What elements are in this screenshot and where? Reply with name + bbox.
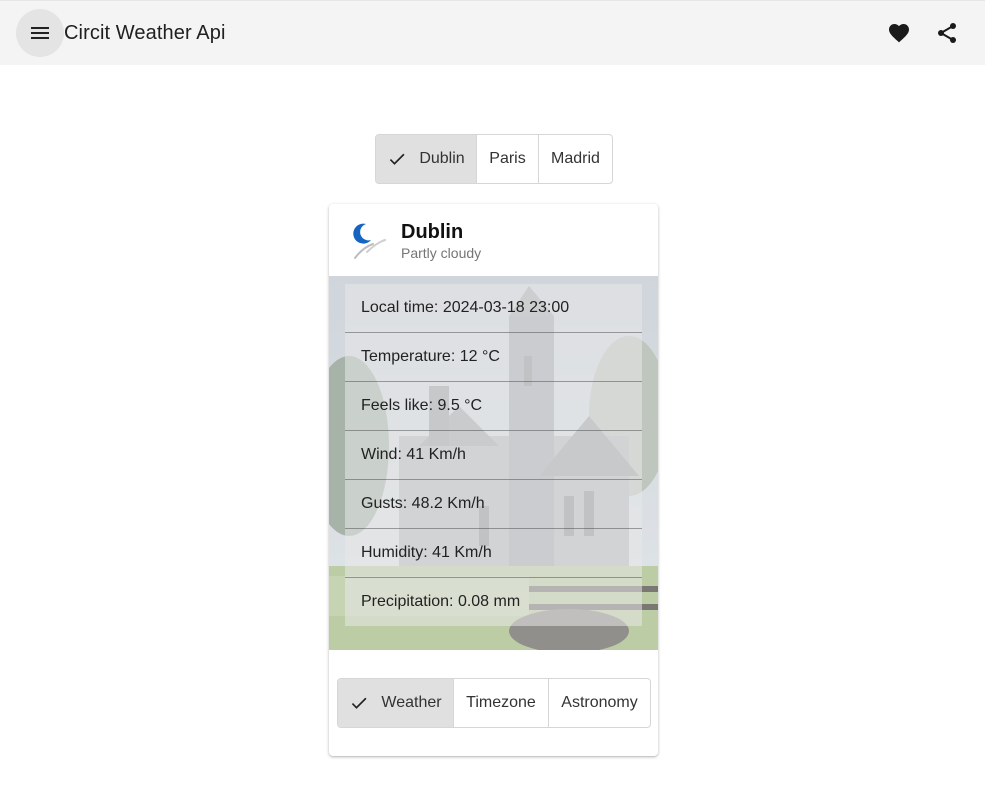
weather-card: Dublin Partly cloudy Local time: 2024-03… bbox=[329, 204, 658, 756]
weather-details-list: Local time: 2024-03-18 23:00 Temperature… bbox=[345, 284, 642, 626]
card-header: Dublin Partly cloudy bbox=[329, 204, 658, 276]
menu-icon bbox=[31, 27, 49, 39]
check-icon bbox=[349, 693, 369, 713]
check-icon bbox=[387, 149, 407, 169]
detail-gusts: Gusts: 48.2 Km/h bbox=[345, 480, 642, 529]
tab-astronomy[interactable]: Astronomy bbox=[548, 679, 650, 727]
card-city-name: Dublin bbox=[401, 221, 464, 243]
share-icon bbox=[938, 23, 956, 43]
city-toggle-label: Madrid bbox=[551, 150, 600, 167]
favorite-button[interactable] bbox=[884, 18, 914, 48]
detail-humidity: Humidity: 41 Km/h bbox=[345, 529, 642, 578]
city-toggle-madrid[interactable]: Madrid bbox=[538, 135, 612, 183]
card-condition: Partly cloudy bbox=[401, 245, 482, 261]
detail-precipitation: Precipitation: 0.08 mm bbox=[361, 593, 521, 610]
city-toggle-dublin[interactable]: Dublin bbox=[376, 135, 476, 183]
tab-label: Timezone bbox=[466, 694, 536, 711]
city-toggle-group: Dublin Paris Madrid bbox=[375, 134, 613, 184]
partly-cloudy-night-icon bbox=[353, 223, 386, 259]
detail-feels-like: Feels like: 9.5 °C bbox=[345, 382, 642, 431]
heart-icon bbox=[889, 24, 909, 43]
tab-label: Astronomy bbox=[561, 694, 638, 711]
menu-button[interactable] bbox=[16, 9, 64, 57]
tab-timezone[interactable]: Timezone bbox=[453, 679, 548, 727]
share-button[interactable] bbox=[932, 18, 962, 48]
app-title: Circit Weather Api bbox=[64, 22, 226, 44]
detail-local-time: Local time: 2024-03-18 23:00 bbox=[345, 284, 642, 333]
detail-temperature: Temperature: 12 °C bbox=[345, 333, 642, 382]
app-toolbar: Circit Weather Api bbox=[0, 0, 985, 65]
info-tab-toggle-group: Weather Timezone Astronomy bbox=[337, 678, 651, 728]
city-toggle-label: Paris bbox=[489, 150, 526, 167]
city-toggle-label: Dublin bbox=[419, 150, 465, 167]
detail-wind: Wind: 41 Km/h bbox=[345, 431, 642, 480]
city-photo: Local time: 2024-03-18 23:00 Temperature… bbox=[329, 276, 658, 650]
city-toggle-paris[interactable]: Paris bbox=[476, 135, 538, 183]
tab-weather[interactable]: Weather bbox=[338, 679, 453, 727]
tab-label: Weather bbox=[381, 694, 442, 711]
